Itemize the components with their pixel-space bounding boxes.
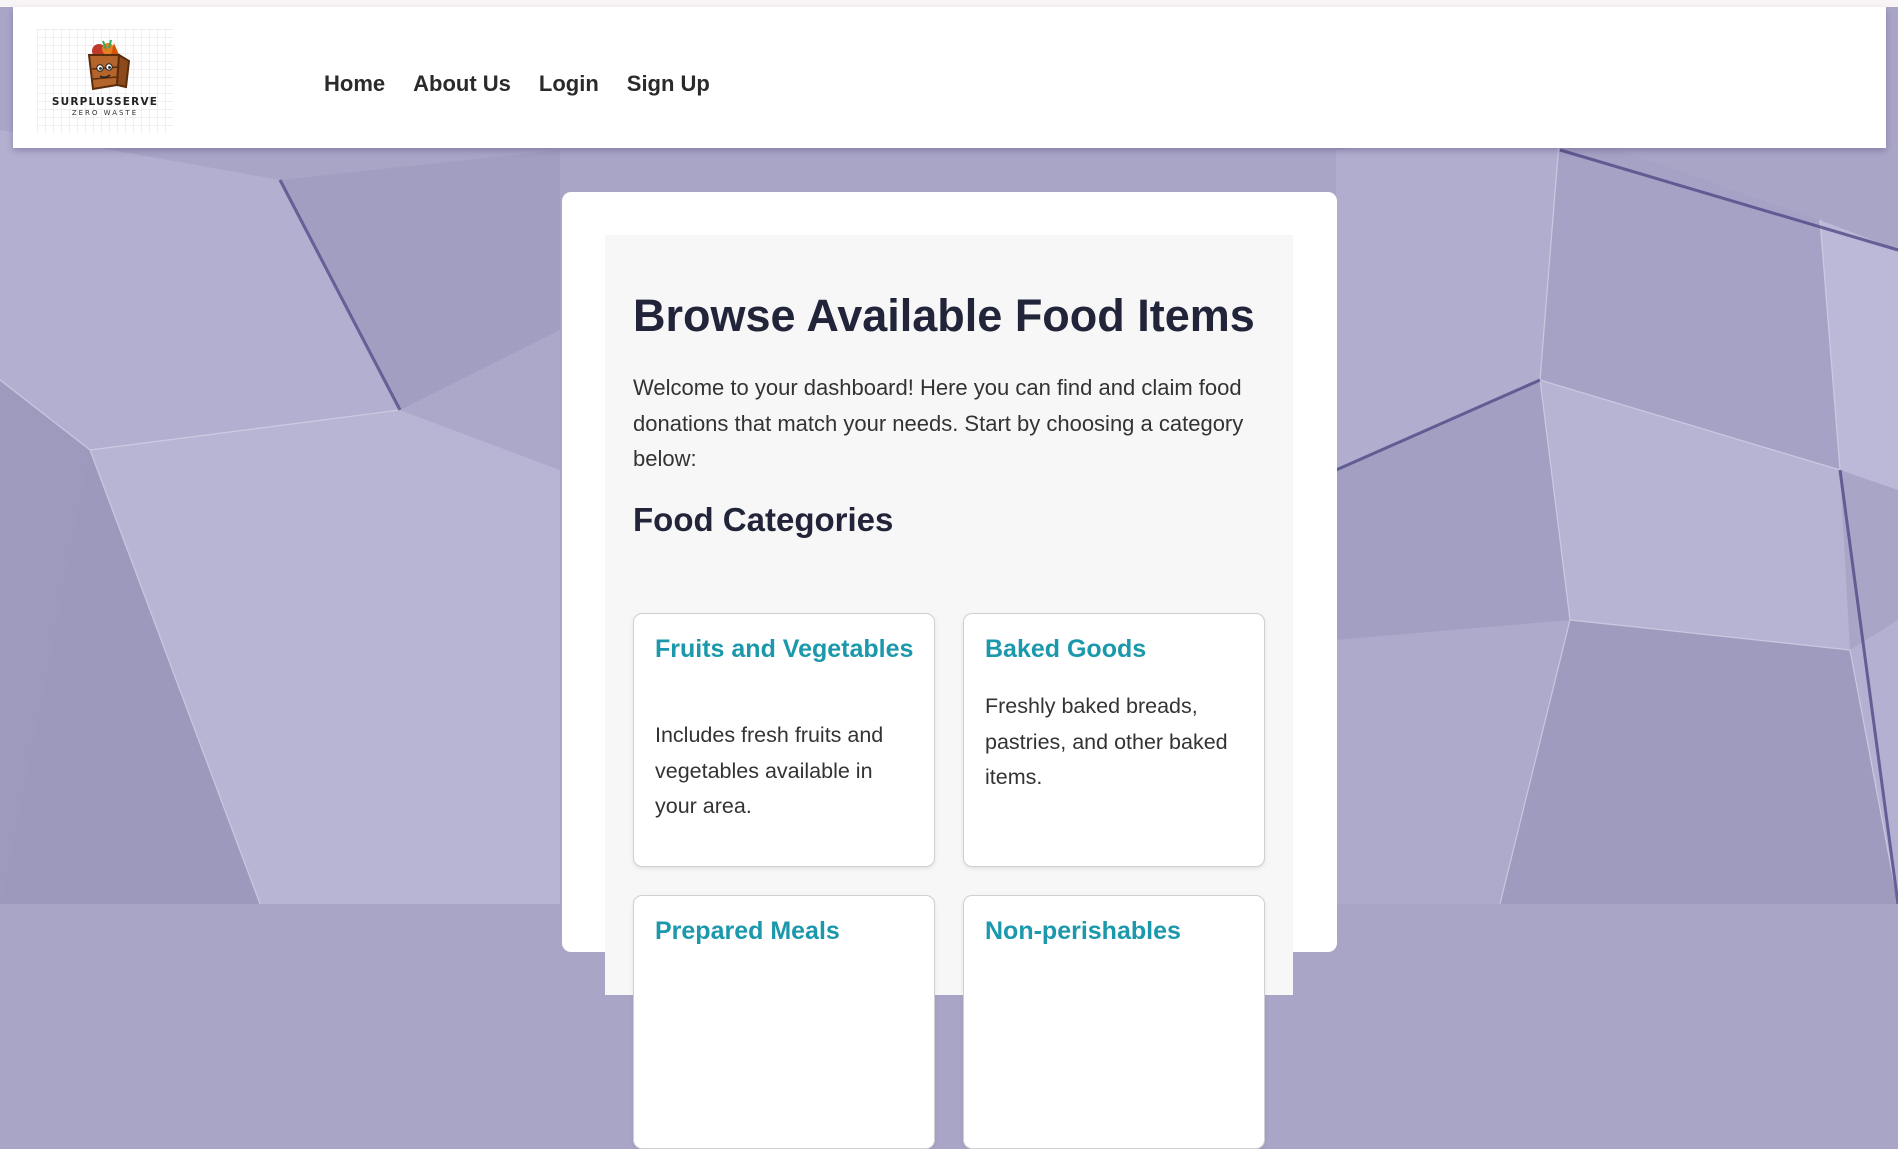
nav-about-us-link[interactable]: About Us [413, 66, 511, 102]
nav-home-link[interactable]: Home [324, 66, 385, 102]
dashboard-panel: Browse Available Food Items Welcome to y… [562, 192, 1337, 1149]
category-card-non-perishables[interactable]: Non-perishables [963, 895, 1265, 1149]
brand-tagline: ZERO WASTE [71, 109, 139, 117]
category-card-prepared-meals[interactable]: Prepared Meals [633, 895, 935, 1149]
category-description: Freshly baked breads, pastries, and othe… [985, 694, 1228, 789]
category-card-baked-goods[interactable]: Baked Goods Freshly baked breads, pastri… [963, 613, 1265, 867]
brand-logo[interactable]: SURPLUSSERVE ZERO WASTE [37, 29, 173, 133]
category-title: Fruits and Vegetables [655, 635, 914, 663]
category-card-fruits-and-vegetables[interactable]: Fruits and Vegetables Includes fresh fru… [633, 613, 935, 867]
page-title: Browse Available Food Items [633, 290, 1255, 341]
nav-sign-up-link[interactable]: Sign Up [627, 66, 710, 102]
category-title: Baked Goods [985, 635, 1147, 663]
category-title: Non-perishables [985, 917, 1181, 945]
intro-text: Welcome to your dashboard! Here you can … [633, 375, 1244, 471]
nav-login-link[interactable]: Login [539, 66, 599, 102]
category-description: Includes fresh fruits and vegetables ava… [655, 723, 884, 818]
food-crate-icon [87, 39, 131, 91]
top-navbar: SURPLUSSERVE ZERO WASTE Home About Us Lo… [13, 7, 1886, 148]
brand-name: SURPLUSSERVE [51, 96, 159, 108]
category-title: Prepared Meals [655, 917, 840, 945]
dashboard-content: Browse Available Food Items Welcome to y… [605, 235, 1293, 1149]
categories-heading: Food Categories [633, 501, 894, 538]
main-nav: Home About Us Login Sign Up [324, 66, 738, 102]
top-strip [0, 0, 1898, 7]
